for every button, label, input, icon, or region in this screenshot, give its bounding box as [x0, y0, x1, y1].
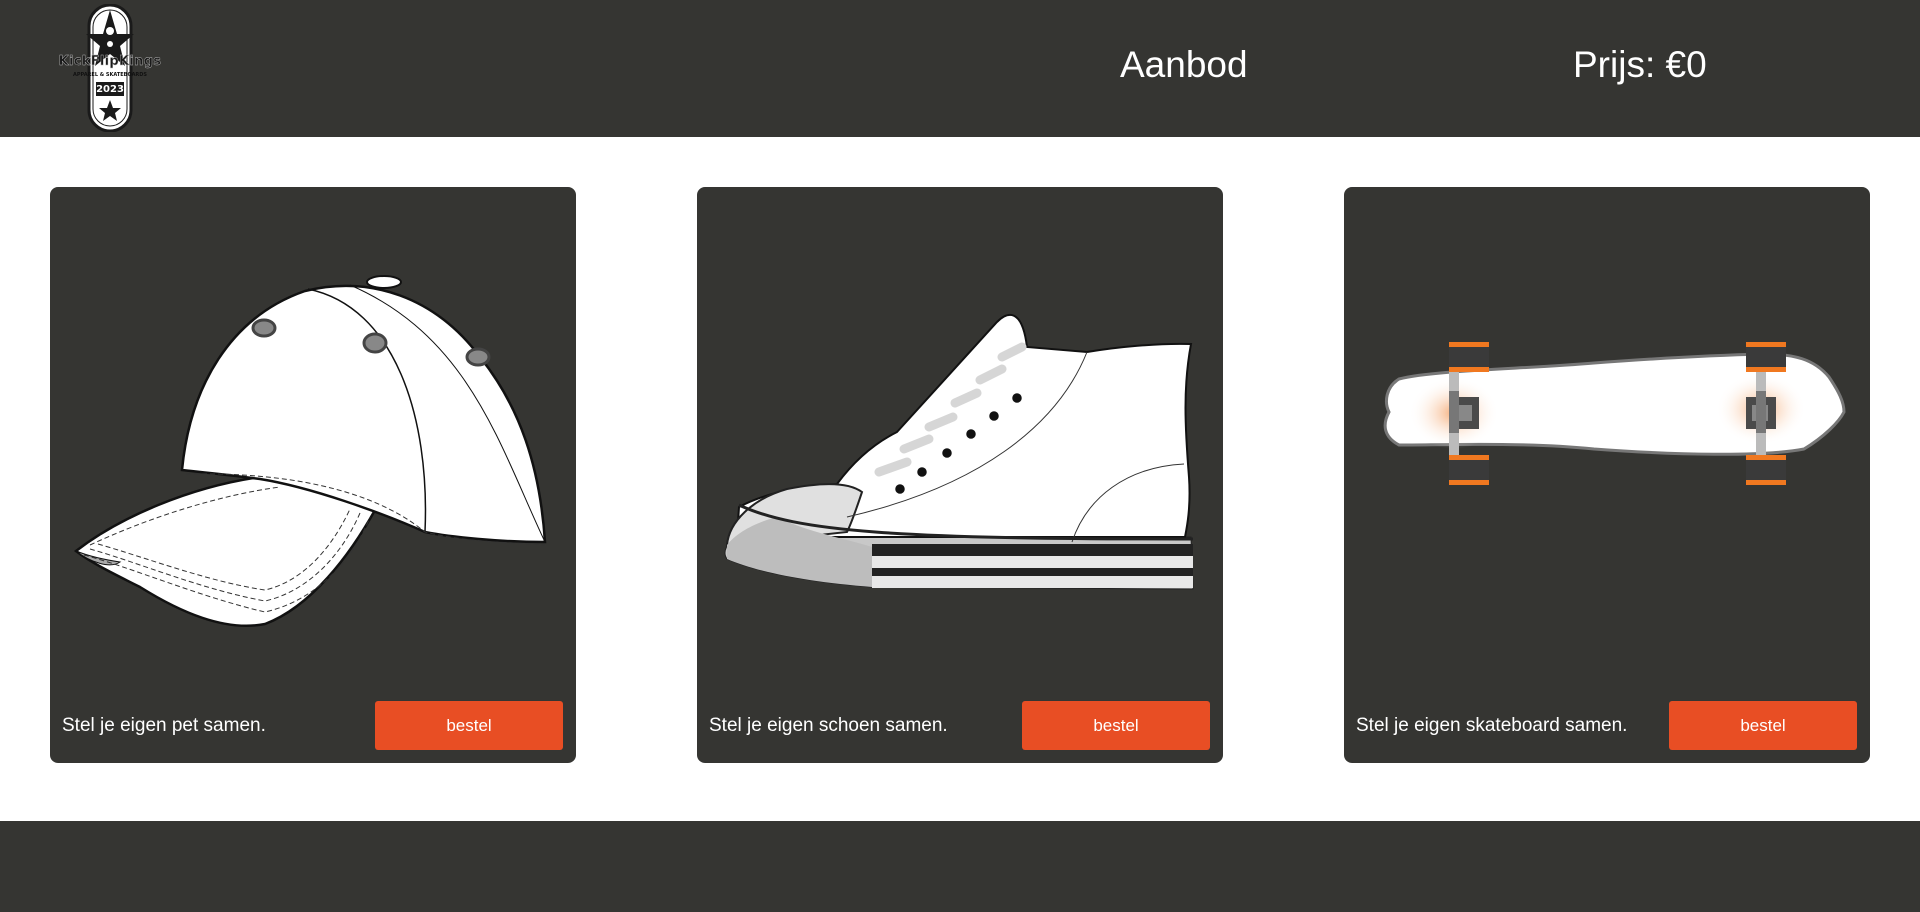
order-button-cap[interactable]: bestel	[375, 701, 563, 750]
order-button-skateboard[interactable]: bestel	[1669, 701, 1857, 750]
cart-price: Prijs: €0	[1573, 44, 1707, 85]
skateboard-icon	[1383, 342, 1846, 485]
logo-brand: KickFlipKings	[58, 54, 162, 69]
site-footer	[0, 821, 1920, 912]
cap-icon	[73, 275, 547, 628]
product-card-cap: Stel je eigen pet samen. bestel	[50, 187, 576, 763]
logo-year: 2023	[96, 84, 124, 95]
product-card-sneaker: Stel je eigen schoen samen. bestel	[697, 187, 1223, 763]
site-header: KickFlipKings APPAREL & SKATEBOARDS 2023…	[0, 0, 1920, 137]
sneaker-icon	[724, 314, 1194, 590]
product-caption: Stel je eigen schoen samen.	[709, 715, 948, 736]
product-card-skateboard: Stel je eigen skateboard samen. bestel	[1344, 187, 1870, 763]
product-caption: Stel je eigen pet samen.	[62, 715, 266, 736]
order-button-sneaker[interactable]: bestel	[1022, 701, 1210, 750]
nav-link-aanbod[interactable]: Aanbod	[1120, 44, 1248, 86]
logo-tagline: APPAREL & SKATEBOARDS	[72, 72, 148, 78]
product-caption: Stel je eigen skateboard samen.	[1356, 715, 1628, 736]
kickflipkings-logo[interactable]: KickFlipKings APPAREL & SKATEBOARDS 2023	[54, 3, 166, 133]
